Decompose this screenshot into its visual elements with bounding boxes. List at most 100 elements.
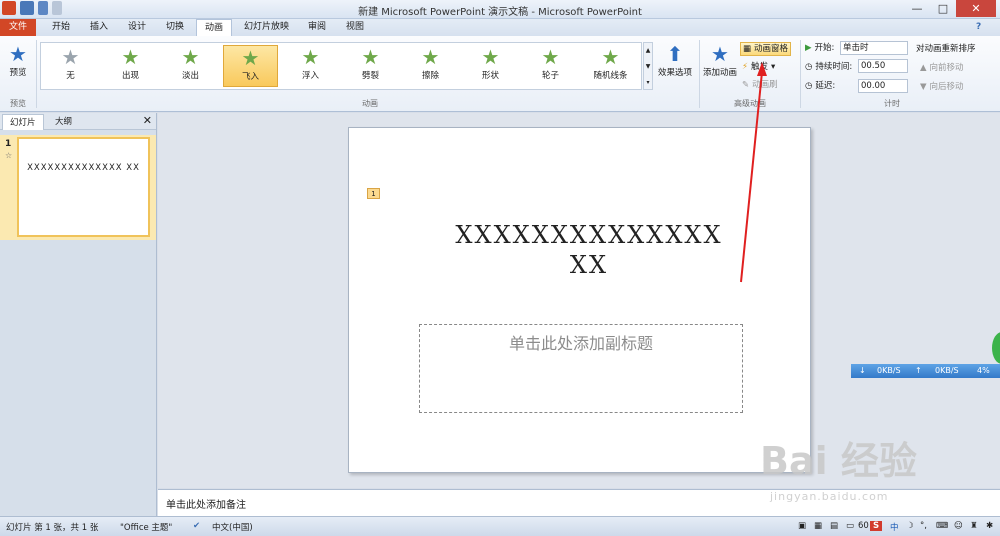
tab-home[interactable]: 开始	[44, 19, 78, 36]
normal-view-icon[interactable]: ▣	[798, 521, 806, 531]
move-earlier-label: 向前移动	[929, 63, 964, 73]
star-icon: ★	[121, 45, 140, 69]
animation-shape[interactable]: ★ 形状	[463, 45, 518, 87]
upload-speed: 0KB/S	[935, 366, 959, 375]
user-icon[interactable]: ☺	[954, 521, 963, 531]
preview-star-icon: ★	[9, 42, 27, 66]
preview-button[interactable]: ★ 预览	[4, 42, 32, 78]
spellcheck-icon[interactable]: ✔	[193, 521, 200, 531]
baidu-watermark: Bai 经验 jingyan.baidu.com	[760, 430, 1000, 516]
close-button[interactable]: ✕	[956, 0, 996, 17]
notes-placeholder: 单击此处添加备注	[166, 500, 246, 511]
ribbon-separator	[36, 40, 37, 108]
effect-options-button[interactable]: ⬆ 效果选项	[656, 42, 694, 78]
animation-label: 劈裂	[361, 71, 379, 81]
zoom-level[interactable]: 60	[858, 521, 869, 531]
ribbon-separator	[800, 40, 801, 108]
tab-insert[interactable]: 插入	[82, 19, 116, 36]
upload-arrow-icon: ↑	[915, 366, 922, 375]
thumbnail-title: XXXXXXXXXXXXXX XX	[27, 163, 140, 173]
delay-input[interactable]: 00.00	[858, 79, 908, 93]
animation-star-icon: ☆	[5, 151, 13, 160]
slide-title[interactable]: XXXXXXXXXXXXXX XX	[389, 220, 789, 280]
help-icon[interactable]: ?	[968, 19, 989, 36]
group-label-timing: 计时	[884, 99, 900, 108]
minimize-button[interactable]: —	[904, 0, 930, 17]
star-icon: ★	[601, 45, 620, 69]
star-outline-icon: ★	[61, 45, 80, 69]
triangle-up-icon: ▲	[920, 63, 927, 73]
powerpoint-window: 新建 Microsoft PowerPoint 演示文稿 - Microsoft…	[0, 0, 1000, 536]
animation-appear[interactable]: ★ 出现	[103, 45, 158, 87]
animation-random-bars[interactable]: ★ 随机线条	[583, 45, 638, 87]
animation-label: 无	[66, 71, 75, 81]
sorter-view-icon[interactable]: ▦	[814, 521, 822, 531]
move-later-button[interactable]: ▼ 向后移动	[920, 80, 964, 94]
animation-none[interactable]: ★ 无	[43, 45, 98, 87]
ime-chinese-icon[interactable]: 中	[890, 521, 899, 533]
slide-number: 1	[5, 139, 12, 149]
tab-outline[interactable]: 大纲	[48, 114, 79, 130]
animation-split[interactable]: ★ 劈裂	[343, 45, 398, 87]
animation-fly-in[interactable]: ★ 飞入	[223, 45, 278, 87]
tab-animations[interactable]: 动画	[196, 19, 233, 37]
tab-slideshow[interactable]: 幻灯片放映	[236, 19, 297, 36]
tools-icon[interactable]: ✱	[986, 521, 993, 531]
animation-pane-button[interactable]: ▦ 动画窗格	[740, 42, 792, 56]
ime-moon-icon[interactable]: ☽	[906, 521, 914, 531]
language[interactable]: 中文(中国)	[212, 521, 253, 533]
slide-canvas[interactable]: 1 XXXXXXXXXXXXXX XX 单击此处添加副标题	[348, 127, 811, 473]
gallery-scroll[interactable]: ▲ ▼ ▾	[643, 42, 653, 90]
add-animation-button[interactable]: ★ 添加动画	[702, 42, 738, 78]
star-icon: ★	[181, 45, 200, 69]
subtitle-placeholder[interactable]: 单击此处添加副标题	[419, 324, 743, 413]
star-icon: ★	[421, 45, 440, 69]
slide-thumbnail[interactable]: XXXXXXXXXXXXXX XX	[17, 137, 150, 237]
sogou-icon[interactable]: S	[870, 521, 883, 531]
start-select[interactable]: 单击时	[840, 41, 908, 55]
network-speed-bar: ↓ 0KB/S ↑ 0KB/S 4%	[851, 364, 1000, 378]
tab-design[interactable]: 设计	[120, 19, 154, 36]
close-pane-icon[interactable]: ✕	[143, 114, 152, 127]
slide-title-line1: XXXXXXXXXXXXXX	[455, 221, 723, 249]
animation-label: 轮子	[541, 71, 559, 81]
reading-view-icon[interactable]: ▤	[830, 521, 838, 531]
add-animation-label: 添加动画	[702, 68, 737, 78]
trigger-button[interactable]: ⚡ 触发 ▾	[742, 60, 775, 74]
animation-wheel[interactable]: ★ 轮子	[523, 45, 578, 87]
keyboard-icon[interactable]: ⌨	[936, 521, 948, 531]
ribbon-animations: ★ 预览 预览 ★ 无 ★ 出现 ★ 淡出 ★ 飞入 ★ 浮入 ★ 劈裂 ★ 擦除 ★ 形状 ★…	[0, 36, 1000, 112]
tab-view[interactable]: 视图	[338, 19, 372, 36]
star-icon: ★	[301, 45, 320, 69]
animation-float-in[interactable]: ★ 浮入	[283, 45, 338, 87]
animation-pane-label: 动画窗格	[754, 44, 789, 54]
duration-input[interactable]: 00.50	[858, 59, 908, 73]
move-earlier-button[interactable]: ▲ 向前移动	[920, 61, 964, 75]
painter-icon: ✎	[742, 80, 750, 90]
tab-review[interactable]: 审阅	[300, 19, 334, 36]
shirt-icon[interactable]: ♜	[970, 521, 978, 531]
ribbon-tabs: 文件 开始 插入 设计 切换 动画 幻灯片放映 审阅 视图 ?	[0, 19, 1000, 37]
duration-label-text: 持续时间:	[815, 62, 853, 72]
animation-gallery: ★ 无 ★ 出现 ★ 淡出 ★ 飞入 ★ 浮入 ★ 劈裂 ★ 擦除 ★ 形状 ★ 轮子 ★ 随机线条	[40, 42, 642, 90]
slide-thumbnail-row[interactable]: 1 ☆ XXXXXXXXXXXXXX XX	[0, 135, 156, 240]
animation-painter-button[interactable]: ✎ 动画刷	[742, 78, 778, 92]
title-bar: 新建 Microsoft PowerPoint 演示文稿 - Microsoft…	[0, 0, 1000, 19]
animation-label: 出现	[121, 71, 139, 81]
animation-label: 形状	[481, 71, 499, 81]
slides-pane: 幻灯片 大纲 ✕ 1 ☆ XXXXXXXXXXXXXX XX	[0, 113, 157, 516]
window-title: 新建 Microsoft PowerPoint 演示文稿 - Microsoft…	[358, 7, 642, 18]
duration-label: ◷ 持续时间:	[805, 60, 852, 74]
add-star-icon: ★	[711, 42, 729, 66]
animation-order-tag[interactable]: 1	[367, 188, 380, 199]
maximize-button[interactable]: □	[930, 0, 956, 17]
animation-label: 随机线条	[593, 71, 628, 81]
tab-transitions[interactable]: 切换	[158, 19, 192, 36]
tab-file[interactable]: 文件	[0, 19, 36, 36]
tab-slides[interactable]: 幻灯片	[2, 114, 44, 130]
animation-fade[interactable]: ★ 淡出	[163, 45, 218, 87]
slideshow-view-icon[interactable]: ▭	[846, 521, 854, 531]
animation-wipe[interactable]: ★ 擦除	[403, 45, 458, 87]
ime-punct-icon[interactable]: °,	[920, 521, 927, 531]
clock-icon: ◷	[805, 81, 813, 91]
